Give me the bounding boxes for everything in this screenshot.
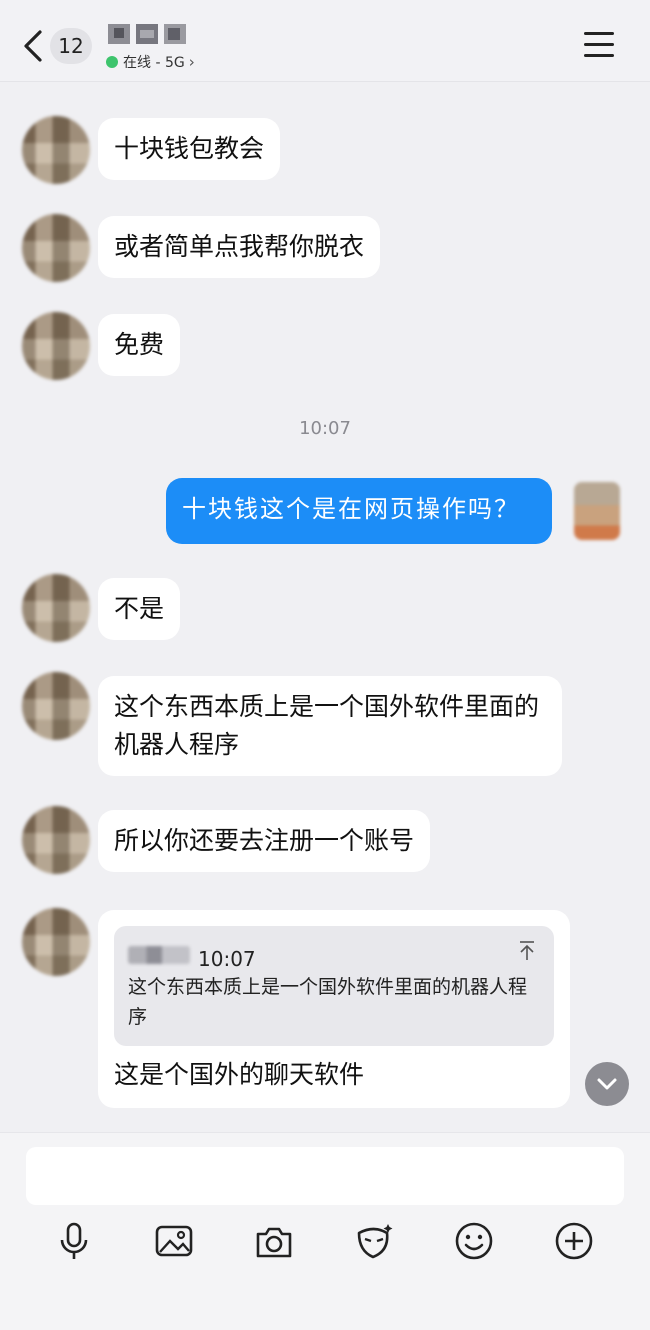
- chevron-down-icon: [597, 1078, 617, 1090]
- contact-avatar[interactable]: [22, 806, 90, 874]
- message-text: 这是个国外的聊天软件: [114, 1060, 365, 1089]
- camera-icon[interactable]: [254, 1221, 294, 1261]
- message-text: 十块钱这个是在网页操作吗？: [182, 495, 520, 523]
- message-bubble[interactable]: 所以你还要去注册一个账号: [98, 810, 431, 872]
- contact-avatar[interactable]: [22, 312, 90, 380]
- message-bubble[interactable]: 免费: [98, 314, 181, 376]
- message-text: 免费: [114, 330, 165, 359]
- contact-avatar[interactable]: [22, 908, 90, 976]
- menu-icon[interactable]: [584, 32, 614, 58]
- message-text: 这个东西本质上是一个国外软件里面的机器人程序: [114, 692, 540, 759]
- message-bubble[interactable]: 不是: [98, 578, 181, 640]
- plus-icon[interactable]: [554, 1221, 594, 1261]
- message-bubble[interactable]: 这个东西本质上是一个国外软件里面的机器人程序: [98, 676, 562, 776]
- image-icon[interactable]: [154, 1221, 194, 1261]
- my-message-bubble[interactable]: 十块钱这个是在网页操作吗？: [166, 478, 552, 544]
- message-timestamp: 10:07: [299, 418, 351, 439]
- chat-header: 12 在线 - 5G ›: [0, 0, 650, 82]
- quoted-message[interactable]: 10:07 这个东西本质上是一个国外软件里面的机器人程序: [114, 926, 554, 1046]
- emoji-icon[interactable]: [454, 1221, 494, 1261]
- message-text: 十块钱包教会: [114, 134, 265, 163]
- message-bubble-with-quote[interactable]: 10:07 这个东西本质上是一个国外软件里面的机器人程序 这是个国外的聊天软件: [98, 910, 570, 1108]
- message-composer: [0, 1132, 650, 1330]
- message-text: 不是: [114, 594, 165, 623]
- contact-avatar[interactable]: [22, 672, 90, 740]
- my-avatar[interactable]: [574, 482, 620, 540]
- message-bubble[interactable]: 或者简单点我帮你脱衣: [98, 216, 381, 278]
- jump-to-top-icon[interactable]: [518, 940, 536, 962]
- message-text: 所以你还要去注册一个账号: [114, 826, 415, 855]
- online-dot-icon: [106, 56, 118, 68]
- message-bubble[interactable]: 十块钱包教会: [98, 118, 281, 180]
- contact-name-pixelated[interactable]: [106, 20, 188, 48]
- scroll-to-bottom-button[interactable]: [585, 1062, 629, 1106]
- message-text: 或者简单点我帮你脱衣: [114, 232, 365, 261]
- contact-avatar[interactable]: [22, 214, 90, 282]
- online-status[interactable]: 在线 - 5G ›: [106, 52, 195, 72]
- unread-count-badge[interactable]: 12: [50, 28, 92, 64]
- contact-avatar[interactable]: [22, 116, 90, 184]
- microphone-icon[interactable]: [54, 1221, 94, 1261]
- back-arrow-icon[interactable]: [18, 26, 48, 66]
- chevron-right-icon: ›: [188, 53, 195, 71]
- quoted-sender-name: [128, 946, 190, 964]
- contact-avatar[interactable]: [22, 574, 90, 642]
- status-text: 在线 - 5G: [123, 55, 185, 71]
- quoted-text: 这个东西本质上是一个国外软件里面的机器人程序: [128, 976, 528, 1028]
- composer-toolbar: [0, 1221, 650, 1265]
- mask-icon[interactable]: [354, 1221, 394, 1261]
- message-input[interactable]: [26, 1147, 624, 1205]
